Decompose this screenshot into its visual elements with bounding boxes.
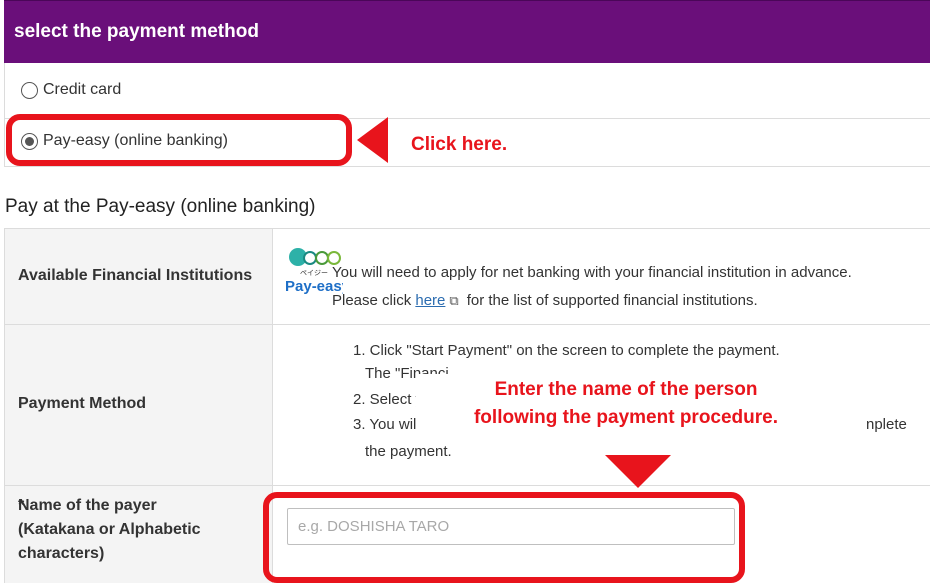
annotation-line: following the payment procedure. [473,407,779,428]
external-link-icon[interactable]: ⧉ [449,293,458,309]
institutions-cell: ペイジー Pay-easy You will need to apply for… [273,229,930,324]
institutions-list-link[interactable]: here [415,292,445,309]
annotation-arrow-left-icon [357,117,388,163]
line2-prefix: Please click [332,292,412,309]
required-mark: * [18,497,25,514]
row-label-cell: Payment Method [5,325,273,485]
step-text: the payment. [365,443,452,460]
institutions-line2: Please click here ⧉ for the list of suppor… [332,292,758,309]
annotation-enter-name: Enter the name of the person following t… [416,374,836,434]
step-text: nplete [866,416,907,433]
institutions-label: Available Financial Institutions [18,267,253,284]
page-title: select the payment method [14,21,259,42]
step-text: 1. Click "Start Payment" on the screen t… [353,342,780,359]
payer-name-label: Name of the payer (Katakana or Alphabeti… [18,497,201,562]
section-title: Pay at the Pay-easy (online banking) [5,196,316,217]
annotation-line: Enter the name of the person [494,379,758,400]
payment-page: select the payment method Credit card Pa… [0,0,930,583]
credit-card-radio[interactable] [21,82,38,99]
header-bar: select the payment method [4,0,930,63]
annotation-highlight-payer-input [263,492,745,583]
payment-method-label: Payment Method [18,395,147,412]
annotation-click-here: Click here. [411,134,508,155]
annotation-arrow-down-icon [605,455,671,488]
institutions-line1: You will need to apply for net banking w… [332,264,852,281]
table-row: Available Financial Institutions ペイジー Pa… [5,229,930,325]
credit-card-label[interactable]: Credit card [43,81,121,99]
line2-suffix: for the list of supported financial inst… [466,292,758,309]
row-label-cell: Available Financial Institutions [5,229,273,324]
annotation-highlight-pay-easy [6,114,352,166]
row-label-cell: Name of the payer (Katakana or Alphabeti… [5,486,273,583]
option-credit-card[interactable]: Credit card [4,63,930,119]
svg-text:ペイジー: ペイジー [300,269,328,277]
